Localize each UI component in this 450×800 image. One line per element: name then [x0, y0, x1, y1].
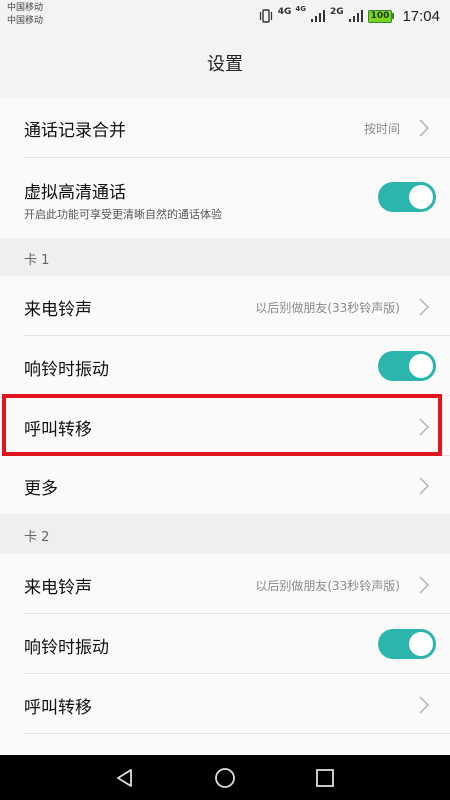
card1-vibrate-label: 响铃时振动	[24, 360, 109, 380]
network-4g-small-label: 4G	[295, 5, 306, 13]
card2-call-forwarding-label: 呼叫转移	[24, 698, 92, 718]
call-log-merge-value: 按时间	[363, 122, 400, 136]
card1-more-row[interactable]: 更多	[0, 456, 450, 514]
section-card-2: 卡 2	[0, 514, 450, 554]
card1-vibrate-toggle[interactable]	[378, 351, 436, 381]
card1-vibrate-row[interactable]: 响铃时振动	[0, 336, 450, 396]
call-log-merge-row[interactable]: 通话记录合并 按时间	[0, 98, 450, 158]
virtual-hd-call-label: 虚拟高清通话	[24, 183, 126, 203]
chevron-right-icon	[419, 298, 430, 316]
card2-vibrate-label: 响铃时振动	[24, 638, 109, 658]
chevron-right-icon	[419, 119, 430, 137]
section-card-1: 卡 1	[0, 238, 450, 276]
section-card-1-label: 卡 1	[24, 253, 50, 268]
virtual-hd-call-row[interactable]: 虚拟高清通话 开启此功能可享受更清晰自然的通话体验	[0, 158, 450, 238]
clock: 17:04	[402, 7, 440, 25]
card2-vibrate-toggle[interactable]	[378, 629, 436, 659]
status-icons: 4G 4G 2G 100 17:04	[258, 4, 440, 28]
card1-more-label: 更多	[24, 479, 58, 499]
call-log-merge-label: 通话记录合并	[24, 121, 126, 141]
card2-ringtone-value: 以后别做朋友(33秒铃声版)	[255, 579, 400, 593]
card1-ringtone-value: 以后别做朋友(33秒铃声版)	[255, 301, 400, 315]
chevron-right-icon	[419, 576, 430, 594]
recents-icon[interactable]	[314, 767, 336, 789]
signal-icon	[348, 10, 363, 22]
back-icon[interactable]	[114, 767, 136, 789]
chevron-right-icon	[419, 477, 430, 495]
chevron-right-icon	[419, 696, 430, 714]
card2-more-row-partial[interactable]	[0, 734, 450, 755]
card1-ringtone-row[interactable]: 来电铃声 以后别做朋友(33秒铃声版)	[0, 276, 450, 336]
virtual-hd-call-description: 开启此功能可享受更清晰自然的通话体验	[24, 208, 222, 221]
card2-vibrate-row[interactable]: 响铃时振动	[0, 614, 450, 674]
title-bar: 设置	[0, 32, 450, 90]
network-4g-label: 4G	[277, 7, 292, 17]
settings-list[interactable]: 通话记录合并 按时间 虚拟高清通话 开启此功能可享受更清晰自然的通话体验 卡 1…	[0, 90, 450, 755]
battery-level: 100	[367, 9, 393, 23]
network-2g-label: 2G	[330, 7, 344, 17]
card2-ringtone-row[interactable]: 来电铃声 以后别做朋友(33秒铃声版)	[0, 554, 450, 614]
card2-call-forwarding-row[interactable]: 呼叫转移	[0, 674, 450, 734]
status-bar: 中国移动 中国移动 4G 4G 2G 100 17:04	[0, 0, 450, 32]
battery-icon: 100	[367, 9, 395, 23]
highlight-box	[2, 394, 442, 456]
navigation-bar	[0, 755, 450, 800]
page-title: 设置	[207, 54, 243, 75]
carrier-2-label: 中国移动	[7, 16, 44, 26]
vibrate-icon	[259, 9, 272, 23]
home-icon[interactable]	[214, 767, 236, 789]
card2-ringtone-label: 来电铃声	[24, 578, 92, 598]
virtual-hd-call-toggle[interactable]	[378, 182, 436, 212]
signal-icon	[311, 10, 325, 22]
card1-ringtone-label: 来电铃声	[24, 300, 92, 320]
section-card-2-label: 卡 2	[24, 530, 50, 545]
carrier-1-label: 中国移动	[7, 3, 44, 13]
